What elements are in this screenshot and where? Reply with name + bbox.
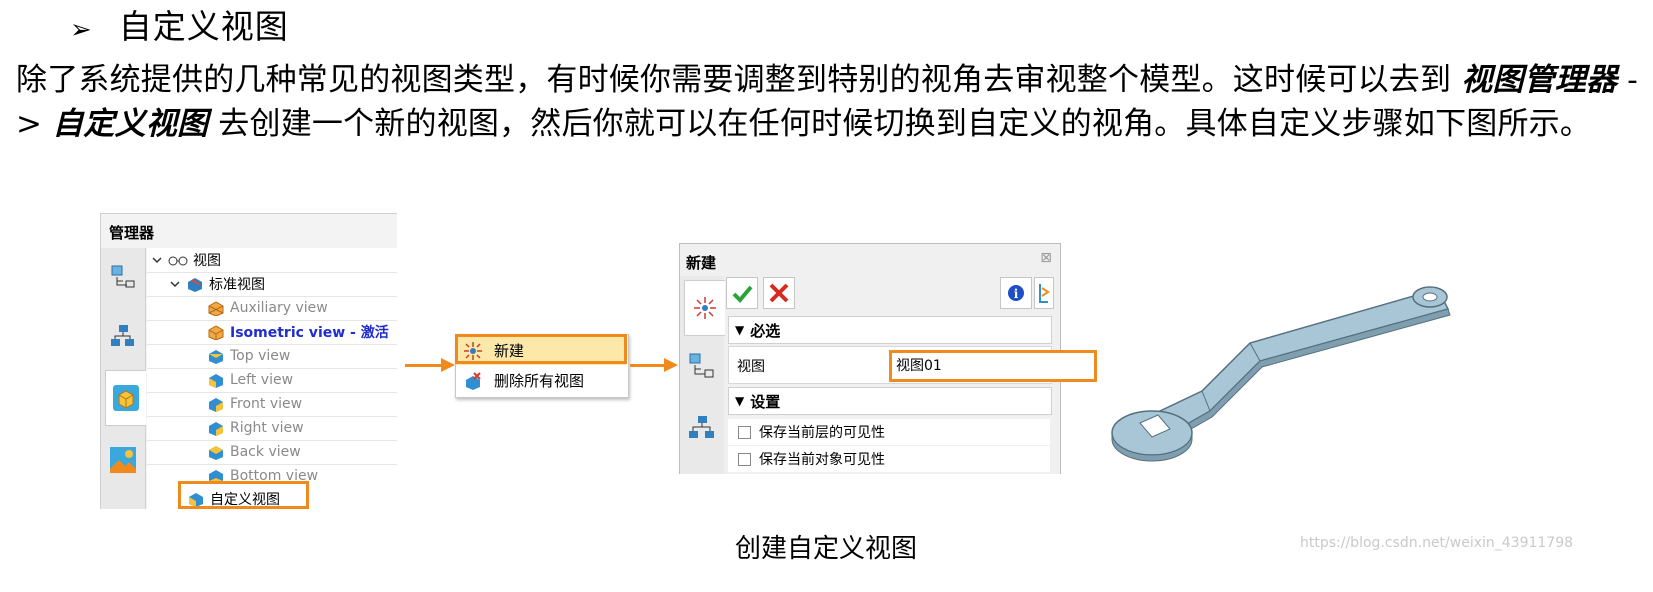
tree-view-item[interactable]: Right view [207,417,304,439]
view-cube-icon [209,398,223,412]
image-tab-icon[interactable] [107,444,139,476]
dialog-sidebar [680,276,725,474]
view-cube-icon [208,301,224,316]
tree-view-item[interactable]: Auxiliary view [207,297,328,319]
close-icon[interactable]: ⊠ [1040,250,1052,266]
section-required[interactable]: ▼ 必选 [728,316,1052,344]
history-tab-icon[interactable] [688,352,716,384]
cancel-x-icon[interactable] [763,277,795,309]
dialog-title: 新建 [686,254,717,272]
tree-root-views[interactable]: 视图 [151,249,221,271]
para-emph-custom-view: 自定义视图 [52,106,209,142]
view-tree: 视图 标准视图 Auxiliary view Isometric view - … [147,248,397,509]
watermark: https://blog.csdn.net/weixin_43911798 [1300,535,1574,551]
checkbox[interactable] [738,452,751,466]
view-cube-icon [209,422,223,436]
tree-view-item[interactable]: Front view [207,393,302,415]
checkbox-object-visibility[interactable]: 保存当前对象可见性 [728,446,1050,472]
collapse-triangle-icon: ▼ [735,323,745,337]
tree-view-item[interactable]: Top view [207,345,290,367]
checkbox[interactable] [738,425,751,439]
standard-view-cube-icon [188,278,202,292]
manager-sidebar [101,248,146,509]
view-cube-icon [209,446,223,460]
manager-title: 管理器 [109,224,155,242]
svg-text:i: i [1014,287,1019,301]
pin-icon[interactable] [1034,277,1054,309]
delete-views-icon [466,371,481,390]
view-name-input[interactable]: 视图01 [889,350,1097,382]
info-icon[interactable]: i [1000,277,1032,309]
assembly-tab-icon[interactable] [107,320,139,352]
para-emph-view-manager: 视图管理器 [1461,62,1618,98]
ok-check-icon[interactable] [726,277,758,309]
history-tab-icon[interactable] [107,260,139,292]
body-paragraph: 除了系统提供的几种常见的视图类型，有时候你需要调整到特别的视角去审视整个模型。这… [16,58,1644,146]
figure-caption: 创建自定义视图 [735,534,918,564]
highlight-new-item [455,334,627,364]
flow-arrow-2 [630,364,666,367]
highlight-custom-views [178,481,309,509]
tree-view-item[interactable]: Back view [207,441,301,463]
tree-view-item[interactable]: Left view [207,369,293,391]
checkbox-layer-visibility[interactable]: 保存当前层的可见性 [728,419,1050,445]
para-part1: 除了系统提供的几种常见的视图类型，有时候你需要调整到特别的视角去审视整个模型。这… [16,62,1462,98]
view-cube-icon [209,350,223,364]
wrench-model-image [1111,286,1451,462]
new-star-icon[interactable] [684,280,725,336]
view-name-row: 视图 视图01 [728,346,1097,384]
flow-arrowhead-2 [664,358,678,372]
collapse-triangle-icon: ▼ [735,394,745,408]
view-cube-icon [209,374,223,388]
glasses-icon [168,256,188,266]
flow-arrow-1 [405,364,443,367]
chevron-down-icon [170,281,180,288]
chevron-down-icon [152,257,162,264]
assembly-tab-icon[interactable] [688,414,716,446]
section-settings[interactable]: ▼ 设置 [728,387,1052,415]
heading-text: 自定义视图 [118,7,289,46]
section-heading: ➢ 自定义视图 [70,0,289,48]
flow-arrowhead-1 [441,358,455,372]
bullet-arrow-icon: ➢ [70,15,93,45]
tree-standard-views[interactable]: 标准视图 [169,273,265,295]
manager-panel: 管理器 视图 标准视图 Auxiliary view Isometric vie… [100,213,397,509]
para-part2: 去创建一个新的视图，然后你就可以在任何时候切换到自定义的视角。具体自定义步骤如下… [208,106,1592,142]
view-cube-icon [208,325,224,340]
view-tab-icon[interactable] [105,370,146,426]
tree-view-item-active[interactable]: Isometric view - 激活 [207,321,389,343]
new-view-dialog: 新建 ⊠ i ▼ 必选 视图 视图01 ▼ 设置 保存当前层的可见性 保存当前对象可… [679,243,1097,474]
view-name-label: 视图 [737,359,765,375]
menu-item-delete-all-views[interactable]: 删除所有视图 [456,366,626,395]
